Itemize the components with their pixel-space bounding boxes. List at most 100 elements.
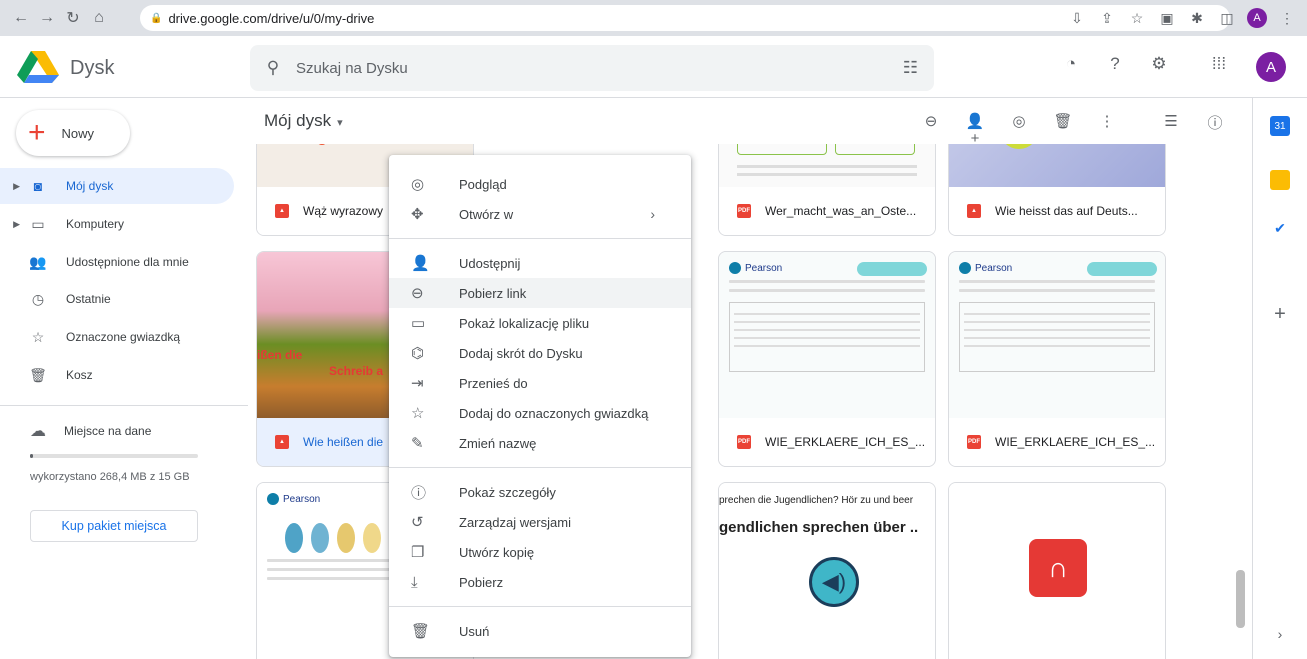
drive-logo-icon[interactable] bbox=[17, 49, 59, 85]
sidebar-item-computers[interactable]: ▶ ▭ Komputery bbox=[0, 206, 234, 242]
menu-item-rename[interactable]: ✎ Zmień nazwę bbox=[389, 428, 691, 458]
file-name-bar: PDF WIE_ERKLAERE_ICH_ES_... bbox=[719, 418, 935, 466]
more-icon[interactable]: ⋮ bbox=[1096, 112, 1118, 147]
file-card[interactable]: prechen die Jugendlichen? Hör zu und bee… bbox=[718, 482, 936, 659]
menu-item-label: Utwórz kopię bbox=[459, 544, 535, 560]
tasks-icon[interactable]: ✔ bbox=[1270, 218, 1290, 238]
storage-used-text: wykorzystano 268,4 MB z 15 GB bbox=[30, 471, 190, 483]
drive-icon: ◙ bbox=[33, 178, 43, 194]
install-icon[interactable]: ⇩ bbox=[1067, 10, 1087, 27]
chevron-right-icon: › bbox=[650, 206, 655, 222]
sidebar-item-starred[interactable]: ☆ Oznaczone gwiazdką bbox=[0, 319, 234, 355]
app-header: Dysk ⚲ Szukaj na Dysku ☷ ◔ ? ⚙ ⁞⁞⁞ A bbox=[0, 36, 1307, 98]
file-card[interactable]: ∩ bbox=[948, 482, 1166, 659]
expand-panel-icon[interactable]: › bbox=[1270, 624, 1290, 644]
share-icon[interactable]: 👤+ bbox=[964, 112, 986, 147]
folder-icon: ▭ bbox=[411, 315, 426, 332]
expand-arrow-icon[interactable]: ▶ bbox=[0, 219, 20, 230]
new-button-label: Nowy bbox=[61, 125, 95, 141]
breadcrumb[interactable]: Mój dysk ▾ bbox=[264, 111, 343, 131]
apps-grid-icon[interactable]: ⁞⁞⁞ bbox=[1208, 54, 1230, 74]
image-file-icon: ▲ bbox=[967, 204, 981, 218]
speaker-icon: ◀) bbox=[809, 557, 859, 607]
browser-menu-icon[interactable]: ⋮ bbox=[1277, 10, 1297, 27]
storage-bar bbox=[30, 454, 198, 458]
new-button[interactable]: + Nowy bbox=[16, 110, 130, 156]
menu-item-label: Podgląd bbox=[459, 176, 507, 192]
calendar-icon[interactable]: 31 bbox=[1270, 116, 1290, 136]
star-icon: ☆ bbox=[411, 405, 425, 422]
forward-icon[interactable]: → bbox=[34, 5, 60, 31]
search-input[interactable]: Szukaj na Dysku bbox=[296, 60, 408, 77]
preview-icon[interactable]: ◎ bbox=[1008, 112, 1030, 147]
sidebar-item-label: Ostatnie bbox=[66, 292, 111, 306]
sidebar-item-label: Komputery bbox=[66, 217, 125, 231]
eye-icon: ◎ bbox=[411, 176, 425, 193]
storage-link[interactable]: ☁ Miejsce na dane bbox=[30, 421, 151, 441]
puzzle-icon[interactable]: ✱ bbox=[1187, 10, 1207, 27]
menu-item-label: Zmień nazwę bbox=[459, 435, 537, 451]
account-avatar[interactable]: A bbox=[1256, 52, 1286, 82]
menu-item-open-with[interactable]: ✥ Otwórz w › bbox=[389, 199, 691, 229]
sidepanel-icon[interactable]: ◫ bbox=[1217, 10, 1237, 27]
search-options-icon[interactable]: ☷ bbox=[903, 58, 918, 78]
image-file-icon: ▲ bbox=[275, 204, 289, 218]
extensions-area: ⇩ ⇪ ☆ ▣ ✱ ◫ A ⋮ bbox=[1067, 6, 1297, 30]
app-title[interactable]: Dysk bbox=[70, 57, 114, 80]
bookmark-star-icon[interactable]: ☆ bbox=[1127, 10, 1147, 27]
file-card[interactable]: Pearson PDF WIE_ERKLAERE_ICH_ES_... bbox=[718, 251, 936, 467]
sidebar-item-recent[interactable]: ◷ Ostatnie bbox=[0, 281, 234, 317]
reload-icon[interactable]: ↻ bbox=[60, 5, 86, 31]
info-icon[interactable]: ⓘ bbox=[1204, 112, 1226, 147]
menu-item-remove[interactable]: 🗑 Usuń bbox=[389, 616, 691, 646]
trash-icon: 🗑 bbox=[411, 623, 431, 640]
extension-icon[interactable]: ▣ bbox=[1157, 10, 1177, 27]
menu-item-make-copy[interactable]: ❐ Utwórz kopię bbox=[389, 537, 691, 567]
menu-item-manage-versions[interactable]: ↺ Zarządzaj wersjami bbox=[389, 507, 691, 537]
buy-storage-button[interactable]: Kup pakiet miejsca bbox=[30, 510, 198, 542]
menu-item-add-starred[interactable]: ☆ Dodaj do oznaczonych gwiazdką bbox=[389, 398, 691, 428]
open-with-icon: ✥ bbox=[411, 206, 424, 223]
trash-icon[interactable]: 🗑 bbox=[1052, 112, 1074, 147]
link-icon[interactable]: ⊖ bbox=[920, 112, 942, 147]
menu-item-move-to[interactable]: ⇥ Przenieś do bbox=[389, 368, 691, 398]
offline-status-icon[interactable]: ◔ bbox=[1060, 54, 1082, 74]
pdf-file-icon: PDF bbox=[737, 435, 751, 449]
star-icon: ☆ bbox=[31, 328, 45, 345]
menu-item-share[interactable]: 👤 Udostępnij bbox=[389, 248, 691, 278]
menu-item-download[interactable]: ⤓ Pobierz bbox=[389, 567, 691, 597]
search-icon[interactable]: ⚲ bbox=[250, 58, 296, 78]
file-name: WIE_ERKLAERE_ICH_ES_... bbox=[765, 435, 926, 449]
file-card[interactable]: Pearson PDF WIE_ERKLAERE_ICH_ES_... bbox=[948, 251, 1166, 467]
url-text: drive.google.com/drive/u/0/my-drive bbox=[168, 10, 375, 26]
sidebar-item-my-drive[interactable]: ▶ ◙ Mój dysk bbox=[0, 168, 234, 204]
sidebar-item-trash[interactable]: 🗑 Kosz bbox=[0, 357, 234, 393]
menu-item-preview[interactable]: ◎ Podgląd bbox=[389, 169, 691, 199]
search-box[interactable]: ⚲ Szukaj na Dysku ☷ bbox=[250, 45, 934, 91]
file-name: Wie heißen die bbox=[303, 435, 384, 449]
download-icon: ⤓ bbox=[411, 573, 418, 591]
menu-item-label: Pokaż szczegóły bbox=[459, 484, 556, 500]
menu-item-details[interactable]: ⓘ Pokaż szczegóły bbox=[389, 477, 691, 507]
menu-item-add-shortcut[interactable]: ⌬ Dodaj skrót do Dysku bbox=[389, 338, 691, 368]
headphones-icon: ∩ bbox=[1029, 539, 1087, 597]
settings-icon[interactable]: ⚙ bbox=[1148, 54, 1170, 74]
menu-item-label: Pobierz bbox=[459, 574, 504, 590]
file-thumbnail: Pearson bbox=[949, 252, 1165, 420]
menu-item-show-location[interactable]: ▭ Pokaż lokalizację pliku bbox=[389, 308, 691, 338]
scrollbar[interactable] bbox=[1236, 570, 1245, 628]
share-icon: 👤 bbox=[411, 255, 430, 272]
profile-avatar[interactable]: A bbox=[1247, 8, 1267, 28]
help-icon[interactable]: ? bbox=[1104, 54, 1126, 74]
side-panel: 31 ✔ + › bbox=[1252, 98, 1307, 659]
back-icon[interactable]: ← bbox=[8, 5, 34, 31]
expand-arrow-icon[interactable]: ▶ bbox=[0, 181, 20, 192]
sidebar-item-shared[interactable]: 👥 Udostępnione dla mnie bbox=[0, 244, 234, 280]
menu-item-get-link[interactable]: ⊖ Pobierz link bbox=[389, 278, 691, 308]
share-page-icon[interactable]: ⇪ bbox=[1097, 10, 1117, 27]
add-addon-icon[interactable]: + bbox=[1270, 303, 1290, 325]
home-icon[interactable]: ⌂ bbox=[86, 5, 112, 31]
list-view-icon[interactable]: ☰ bbox=[1160, 112, 1182, 147]
image-file-icon: ▲ bbox=[275, 435, 289, 449]
keep-icon[interactable] bbox=[1270, 170, 1290, 190]
